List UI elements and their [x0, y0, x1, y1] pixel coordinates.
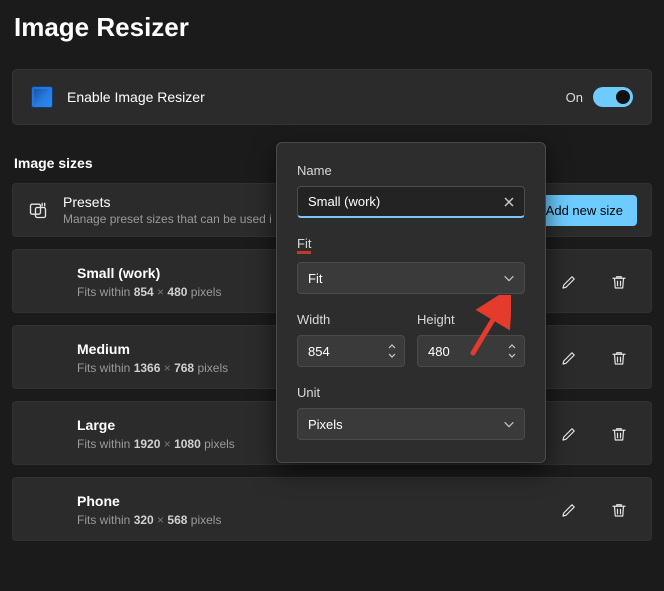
pencil-icon [560, 349, 578, 367]
height-value: 480 [428, 344, 450, 359]
trash-icon [610, 501, 628, 519]
delete-size-button[interactable] [601, 492, 637, 528]
trash-icon [610, 273, 628, 291]
image-resizer-icon [31, 86, 53, 108]
unit-label: Unit [297, 385, 525, 400]
close-icon [503, 196, 515, 208]
name-input[interactable] [297, 186, 525, 218]
chevron-down-icon [502, 417, 516, 431]
unit-select[interactable]: Pixels [297, 408, 525, 440]
size-name: Phone [77, 493, 537, 509]
updown-icon [506, 342, 518, 360]
pencil-icon [560, 425, 578, 443]
delete-size-button[interactable] [601, 416, 637, 452]
delete-size-button[interactable] [601, 340, 637, 376]
width-stepper[interactable]: 854 [297, 335, 405, 367]
enable-label: Enable Image Resizer [67, 89, 566, 105]
trash-icon [610, 349, 628, 367]
trash-icon [610, 425, 628, 443]
width-label: Width [297, 312, 405, 327]
fit-label: Fit [297, 236, 525, 254]
edit-size-button[interactable] [551, 264, 587, 300]
edit-size-button[interactable] [551, 340, 587, 376]
unit-select-value: Pixels [308, 417, 343, 432]
enable-toggle[interactable] [593, 87, 633, 107]
toggle-state-text: On [566, 90, 583, 105]
delete-size-button[interactable] [601, 264, 637, 300]
height-label: Height [417, 312, 525, 327]
size-row[interactable]: Phone Fits within 320 × 568 pixels [12, 477, 652, 541]
enable-module-card: Enable Image Resizer On [12, 69, 652, 125]
chevron-down-icon [502, 271, 516, 285]
edit-size-button[interactable] [551, 492, 587, 528]
page-title: Image Resizer [0, 0, 664, 43]
height-stepper[interactable]: 480 [417, 335, 525, 367]
fit-select[interactable]: Fit [297, 262, 525, 294]
fit-select-value: Fit [308, 271, 322, 286]
clear-name-button[interactable] [499, 192, 519, 212]
presets-icon [27, 199, 49, 221]
width-value: 854 [308, 344, 330, 359]
add-new-size-button[interactable]: Add new size [532, 195, 637, 226]
updown-icon [386, 342, 398, 360]
name-label: Name [297, 163, 525, 178]
edit-size-button[interactable] [551, 416, 587, 452]
edit-preset-popup: Name Fit Fit Width 854 Height [276, 142, 546, 463]
pencil-icon [560, 273, 578, 291]
pencil-icon [560, 501, 578, 519]
size-detail: Fits within 320 × 568 pixels [77, 513, 537, 527]
